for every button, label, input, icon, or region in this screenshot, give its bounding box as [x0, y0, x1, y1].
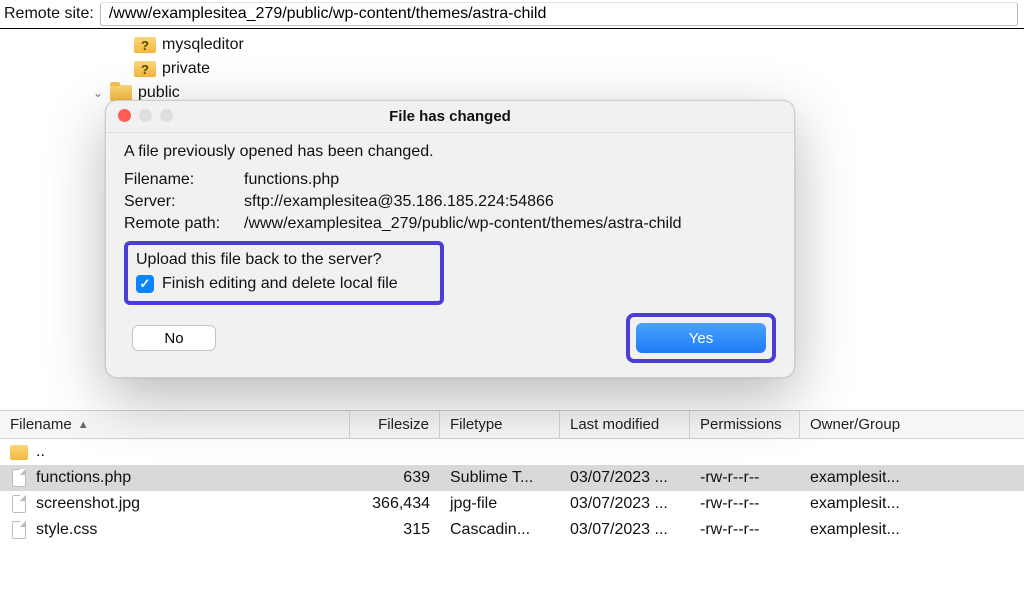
- column-permissions[interactable]: Permissions: [690, 411, 800, 438]
- folder-unknown-icon: ?: [134, 36, 156, 54]
- parent-dir-row[interactable]: ..: [0, 439, 1024, 465]
- file-icon: [10, 468, 28, 488]
- finish-editing-checkbox[interactable]: ✓ Finish editing and delete local file: [136, 275, 430, 293]
- file-type: Sublime T...: [440, 469, 560, 487]
- no-button[interactable]: No: [132, 325, 216, 351]
- file-name: ..: [36, 443, 45, 461]
- file-name: style.css: [36, 521, 97, 539]
- dialog-message: A file previously opened has been change…: [124, 143, 776, 161]
- file-modified: 03/07/2023 ...: [560, 521, 690, 539]
- filename-label: Filename:: [124, 171, 244, 189]
- dialog-titlebar[interactable]: File has changed: [106, 101, 794, 133]
- close-icon[interactable]: [118, 109, 131, 122]
- file-size: 639: [350, 469, 440, 487]
- folder-up-icon: [10, 442, 28, 462]
- sort-asc-icon: ▲: [78, 419, 89, 431]
- file-size: 366,434: [350, 495, 440, 513]
- file-row[interactable]: screenshot.jpg 366,434 jpg-file 03/07/20…: [0, 491, 1024, 517]
- remote-file-list: Filename ▲ Filesize Filetype Last modifi…: [0, 410, 1024, 590]
- file-type: Cascadin...: [440, 521, 560, 539]
- file-owner: examplesit...: [800, 521, 930, 539]
- file-owner: examplesit...: [800, 495, 930, 513]
- tree-item[interactable]: ? private: [80, 57, 1024, 81]
- column-modified[interactable]: Last modified: [560, 411, 690, 438]
- column-label: Filesize: [378, 416, 429, 433]
- checkbox-checked-icon: ✓: [136, 275, 154, 293]
- tree-item-label: mysqleditor: [162, 36, 244, 54]
- column-label: Filetype: [450, 416, 503, 433]
- file-modified: 03/07/2023 ...: [560, 495, 690, 513]
- column-filename[interactable]: Filename ▲: [0, 411, 350, 438]
- file-icon: [10, 520, 28, 540]
- column-filetype[interactable]: Filetype: [440, 411, 560, 438]
- file-changed-dialog: File has changed A file previously opene…: [105, 100, 795, 378]
- remote-path-value: /www/examplesitea_279/public/wp-content/…: [244, 215, 776, 233]
- column-label: Permissions: [700, 416, 782, 433]
- tree-item-label: private: [162, 60, 210, 78]
- minimize-icon: [139, 109, 152, 122]
- remote-path-label: Remote path:: [124, 215, 244, 233]
- yes-button-highlight: Yes: [626, 313, 776, 363]
- folder-unknown-icon: ?: [134, 60, 156, 78]
- column-owner[interactable]: Owner/Group: [800, 411, 930, 438]
- tree-item[interactable]: ? mysqleditor: [80, 33, 1024, 57]
- upload-prompt-highlight: Upload this file back to the server? ✓ F…: [124, 241, 444, 305]
- column-label: Owner/Group: [810, 416, 900, 433]
- upload-question: Upload this file back to the server?: [136, 251, 430, 269]
- dialog-body: A file previously opened has been change…: [106, 133, 794, 377]
- file-list-body: .. functions.php 639 Sublime T... 03/07/…: [0, 439, 1024, 543]
- dialog-buttons: No Yes: [124, 313, 776, 363]
- file-row[interactable]: style.css 315 Cascadin... 03/07/2023 ...…: [0, 517, 1024, 543]
- file-icon: [10, 494, 28, 514]
- file-type: jpg-file: [440, 495, 560, 513]
- chevron-down-icon[interactable]: ⌄: [86, 86, 110, 100]
- file-permissions: -rw-r--r--: [690, 495, 800, 513]
- yes-button[interactable]: Yes: [636, 323, 766, 353]
- file-row[interactable]: functions.php 639 Sublime T... 03/07/202…: [0, 465, 1024, 491]
- filename-value: functions.php: [244, 171, 776, 189]
- window-controls: [118, 109, 173, 122]
- remote-site-bar: Remote site:: [0, 0, 1024, 29]
- column-label: Filename: [10, 416, 72, 433]
- zoom-icon: [160, 109, 173, 122]
- server-label: Server:: [124, 193, 244, 211]
- file-modified: 03/07/2023 ...: [560, 469, 690, 487]
- file-permissions: -rw-r--r--: [690, 469, 800, 487]
- file-size: 315: [350, 521, 440, 539]
- remote-path-input[interactable]: [100, 2, 1018, 26]
- remote-site-label: Remote site:: [2, 3, 100, 25]
- file-name: screenshot.jpg: [36, 495, 140, 513]
- file-owner: examplesit...: [800, 469, 930, 487]
- file-permissions: -rw-r--r--: [690, 521, 800, 539]
- dialog-title: File has changed: [389, 108, 511, 125]
- checkbox-label: Finish editing and delete local file: [162, 275, 398, 293]
- file-name: functions.php: [36, 469, 131, 487]
- file-list-header: Filename ▲ Filesize Filetype Last modifi…: [0, 411, 1024, 439]
- server-value: sftp://examplesitea@35.186.185.224:54866: [244, 193, 776, 211]
- column-filesize[interactable]: Filesize: [350, 411, 440, 438]
- column-label: Last modified: [570, 416, 659, 433]
